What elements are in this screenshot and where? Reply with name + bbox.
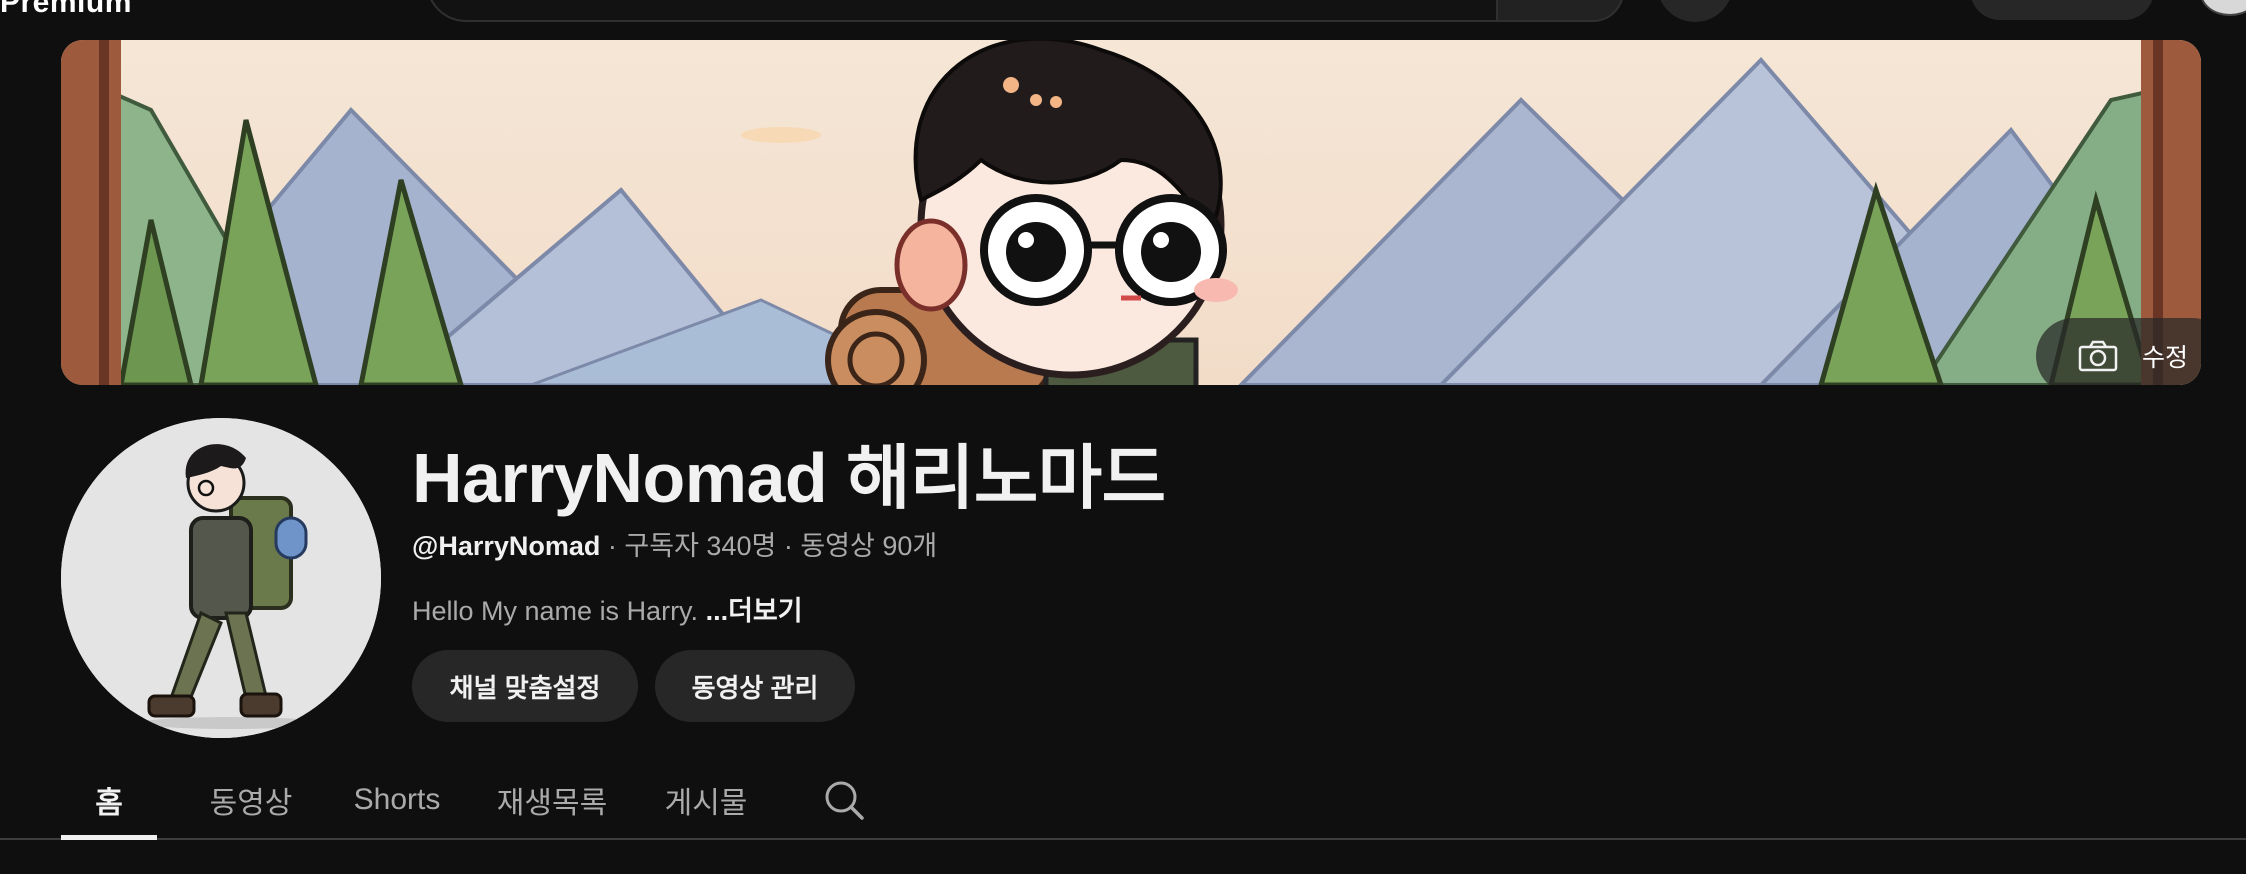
channel-avatar[interactable] [61, 418, 381, 738]
camera-icon [2078, 340, 2118, 372]
channel-meta: @HarryNomad · 구독자 340명 · 동영상 90개 [412, 524, 937, 563]
tab-posts[interactable]: 게시물 [650, 760, 762, 840]
voice-search-button[interactable] [1657, 0, 1733, 22]
tab-videos[interactable]: 동영상 [195, 760, 307, 840]
channel-tabs: 홈 동영상 Shorts 재생목록 게시물 [0, 760, 2246, 840]
banner-illustration [61, 40, 2201, 385]
channel-handle: @HarryNomad [412, 531, 601, 561]
meta-separator: · [600, 531, 625, 561]
edit-banner-button[interactable]: 수정 [2036, 318, 2201, 385]
search-button[interactable] [1496, 0, 1624, 22]
masthead: Premium [0, 0, 2246, 30]
search-icon[interactable] [822, 778, 866, 822]
channel-title: HarryNomad 해리노마드 [412, 439, 1166, 517]
video-count: 동영상 90개 [800, 531, 938, 561]
tab-shorts[interactable]: Shorts [340, 760, 454, 840]
channel-description[interactable]: Hello My name is Harry. ...더보기 [412, 589, 803, 628]
description-text: Hello My name is Harry. [412, 596, 706, 626]
youtube-premium-logo[interactable]: Premium [0, 0, 132, 20]
active-tab-indicator [61, 835, 157, 840]
channel-banner: 수정 [61, 40, 2201, 385]
tab-home[interactable]: 홈 [61, 760, 157, 840]
search-input[interactable] [426, 0, 1499, 22]
tab-playlists[interactable]: 재생목록 [484, 760, 620, 840]
customize-channel-button[interactable]: 채널 맞춤설정 [412, 650, 638, 722]
subscriber-count: 구독자 340명 [624, 531, 777, 561]
manage-videos-button[interactable]: 동영상 관리 [655, 650, 855, 722]
edit-banner-label: 수정 [2141, 344, 2188, 372]
hiker-illustration [61, 418, 381, 738]
meta-separator: · [776, 531, 801, 561]
more-link[interactable]: ...더보기 [706, 596, 803, 626]
create-button[interactable] [1970, 0, 2154, 20]
account-avatar[interactable] [2200, 0, 2246, 16]
